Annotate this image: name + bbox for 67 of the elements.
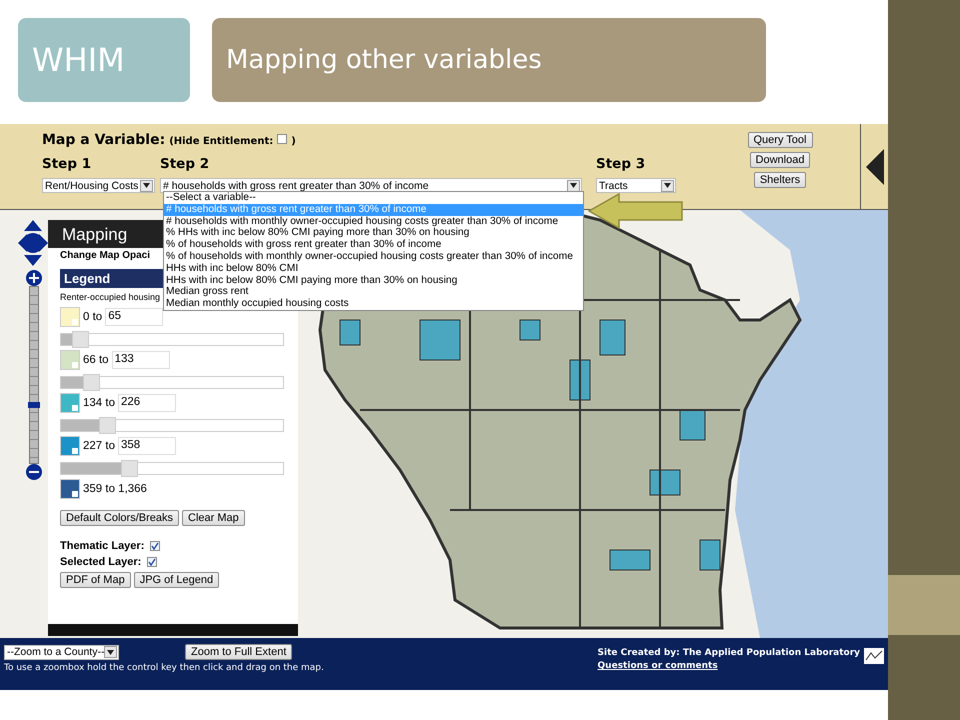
heading: Map a Variable: (42, 132, 166, 148)
slide-title: Mapping other variables (212, 18, 766, 102)
legend-button[interactable]: Default Colors/Breaks (60, 510, 179, 526)
zoom-extent-button[interactable]: Zoom to Full Extent (185, 644, 292, 660)
layer-checkbox[interactable] (150, 541, 160, 551)
range-label: 66 to (83, 354, 109, 366)
slider-thumb[interactable] (120, 460, 138, 477)
color-swatch[interactable] (60, 307, 80, 327)
slider-fill[interactable] (61, 463, 121, 474)
zoom-slider-thumb[interactable] (28, 402, 40, 408)
accent-block (888, 575, 960, 635)
color-swatch[interactable] (60, 393, 80, 413)
range-label: 134 to (83, 397, 115, 409)
slide-badge: WHIM (18, 18, 190, 102)
break-input[interactable]: 358 (118, 437, 176, 455)
break-input[interactable]: 133 (112, 351, 170, 369)
select-field[interactable]: Tracts (596, 178, 676, 193)
step-label: Step 1 (42, 156, 92, 172)
feedback-link[interactable]: Questions or comments (598, 661, 860, 671)
zoom-out-icon[interactable] (25, 464, 43, 480)
color-swatch[interactable] (60, 436, 80, 456)
break-slider[interactable] (60, 419, 284, 432)
caret-icon (567, 180, 580, 192)
slider-fill[interactable] (61, 420, 99, 431)
caret-icon (104, 646, 117, 658)
break-slider[interactable] (60, 333, 284, 346)
collapse-triangle-icon[interactable] (866, 148, 884, 184)
opacity-label: Change Map Opaci (60, 250, 150, 261)
slider-fill[interactable] (61, 377, 84, 388)
chart-icon (864, 648, 884, 664)
layer-checkbox[interactable] (147, 557, 158, 567)
hide-entitlement-checkbox[interactable] (277, 134, 288, 144)
color-swatch[interactable] (60, 350, 80, 370)
slider-thumb[interactable] (72, 331, 90, 348)
zoom-slider[interactable] (29, 286, 39, 464)
export-button[interactable]: PDF of Map (60, 572, 131, 588)
caret-icon (661, 180, 674, 192)
hide-entitlement-label: (Hide Entitlement: (169, 136, 274, 147)
variable-label: Renter-occupied housing (60, 292, 160, 302)
header-button[interactable]: Shelters (754, 172, 806, 188)
zoom-in-icon[interactable] (25, 270, 43, 286)
step-label: Step 2 (160, 156, 210, 172)
site-credit: Site Created by: The Applied Population Laboratory (598, 648, 860, 658)
range-label: 227 to (83, 440, 115, 452)
slider-thumb[interactable] (98, 417, 116, 434)
legend-button[interactable]: Clear Map (182, 510, 245, 526)
step-label: Step 3 (596, 156, 646, 172)
export-button[interactable]: JPG of Legend (134, 572, 220, 588)
select-field[interactable]: Rent/Housing Costs (42, 178, 155, 193)
break-slider[interactable] (60, 462, 284, 475)
pan-control-icon[interactable] (18, 220, 48, 266)
zoom-hint: To use a zoombox hold the control key then click and drag on the map. (4, 663, 324, 673)
range-label: 0 to (83, 311, 102, 323)
slider-thumb[interactable] (83, 374, 100, 391)
range-label: 359 to 1,366 (83, 483, 147, 495)
break-input[interactable]: 226 (118, 394, 176, 412)
color-swatch[interactable] (60, 479, 80, 499)
break-input[interactable]: 65 (105, 308, 164, 326)
slider-fill[interactable] (61, 334, 72, 345)
header-button[interactable]: Download (750, 152, 810, 168)
county-select[interactable]: --Zoom to a County-- (4, 644, 119, 660)
layer-label: Selected Layer: (60, 556, 142, 568)
header-button[interactable]: Query Tool (748, 132, 812, 148)
caret-icon (140, 180, 153, 192)
paren-text: ) (291, 136, 296, 147)
break-slider[interactable] (60, 376, 284, 389)
layer-label: Thematic Layer: (60, 540, 144, 552)
